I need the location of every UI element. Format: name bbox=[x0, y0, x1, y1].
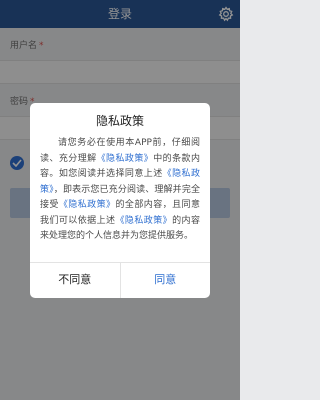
dialog-actions: 不同意 同意 bbox=[30, 262, 210, 298]
dialog-title: 隐私政策 bbox=[95, 114, 144, 128]
privacy-policy-link[interactable]: 《隐私政策》 bbox=[59, 200, 116, 210]
agree-button[interactable]: 同意 bbox=[121, 263, 211, 298]
privacy-dialog: 隐私政策 请您务必在使用本APP前，仔细阅读、充分理解《隐私政策》中的条款内容。… bbox=[30, 103, 210, 298]
disagree-button[interactable]: 不同意 bbox=[30, 263, 121, 298]
privacy-policy-link[interactable]: 《隐私政策》 bbox=[97, 154, 154, 164]
dialog-body: 请您务必在使用本APP前，仔细阅读、充分理解《隐私政策》中的条款内容。如您阅读并… bbox=[40, 136, 200, 245]
privacy-policy-link[interactable]: 《隐私政策》 bbox=[115, 216, 172, 226]
